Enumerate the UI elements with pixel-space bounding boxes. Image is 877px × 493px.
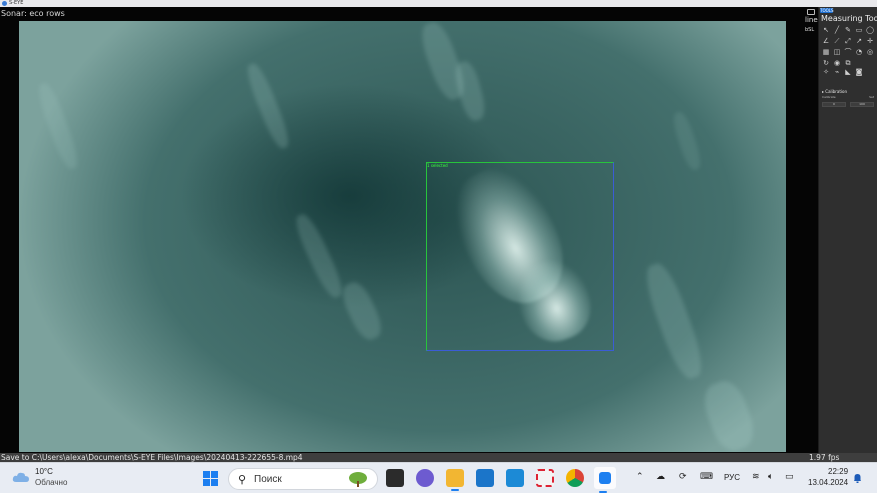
magic-tool-icon[interactable]: ✧ [822,68,830,76]
side-label: line [805,16,818,24]
sonar-streak [337,278,387,344]
rectangle-tool-icon[interactable]: ▭ [855,26,863,34]
ruler-tool-icon[interactable]: ⟋ [833,37,841,45]
window-title: S-EYE [9,0,24,6]
weather-description[interactable]: Облачно [35,478,67,487]
curve-tool-icon[interactable]: ⌒ [844,48,852,56]
circle-tool-icon[interactable]: ◉ [833,59,841,67]
status-bar: Save to C:\Users\alexa\Documents\S-EYE F… [0,453,877,462]
fill-tool-icon[interactable]: ◣ [844,68,852,76]
calibration-field-1[interactable]: 0 [822,102,846,107]
microsoft-store-icon[interactable] [476,469,494,487]
settings-tool-icon[interactable]: ◙ [855,68,863,76]
calibration-row: Calibrate Set [822,95,874,99]
task-view-app-icon[interactable] [386,469,404,487]
weather-temperature[interactable]: 10°C [35,467,53,476]
keyboard-icon[interactable]: ⌨ [700,472,713,482]
search-highlight-tree-icon [349,472,367,487]
chat-app-icon[interactable] [416,469,434,487]
roi-label: 1 selected [427,163,448,168]
windows-taskbar: 10°C Облачно ⚲ Поиск ⌃ ☁ ⟳ ⌨ РУС ≋ 🔈︎ ▭ … [0,462,877,493]
remote-desktop-icon[interactable] [506,469,524,487]
radius-tool-icon[interactable]: ◔ [855,48,863,56]
arrow-tool-icon[interactable]: ↗ [855,37,863,45]
sonar-streak [290,210,348,302]
windows-start-icon[interactable] [203,471,218,486]
display-mode-icon[interactable] [807,9,815,15]
tool-grid-secondary: ✧ ⌁ ◣ ◙ [822,68,876,76]
snipping-tool-icon[interactable] [536,469,554,487]
calibration-header[interactable]: ▸ Calibration [822,89,847,94]
search-icon: ⚲ [238,473,247,486]
cursor-tool-icon[interactable]: ↖ [822,26,830,34]
video-workspace: Sonar: eco rows 1 selected line bSL Data… [0,7,818,459]
save-path-text: Save to C:\Users\alexa\Documents\S-EYE F… [1,453,303,462]
line-tool-icon[interactable]: ╱ [833,26,841,34]
sonar-streak [242,60,294,152]
side-label-2: bSL [805,27,815,33]
magnet-tool-icon[interactable]: ⌁ [833,68,841,76]
sonar-video-frame[interactable]: 1 selected [19,21,786,452]
clock-time[interactable]: 22:29 [828,467,848,476]
angle-tool-icon[interactable]: ∠ [822,37,830,45]
fps-readout: 1.97 fps [809,453,840,462]
battery-icon[interactable]: ▭ [785,472,794,482]
notification-bell-icon[interactable] [853,473,862,483]
sonar-streak [670,109,704,173]
sonar-streak [34,80,82,172]
area-tool-icon[interactable]: ◫ [833,48,841,56]
title-bar: S-EYE [0,0,877,7]
show-hidden-icons-chevron-icon[interactable]: ⌃ [636,472,644,482]
clock-date[interactable]: 13.04.2024 [808,478,848,487]
wifi-icon[interactable]: ≋ [752,472,760,482]
cloud-icon[interactable] [12,471,30,483]
roi-selection-box[interactable] [426,162,614,351]
search-placeholder: Поиск [254,474,282,485]
tool-grid: ↖ ╱ ✎ ▭ ◯ ∠ ⟋ ⤢ ↗ ✛ ▦ ◫ ⌒ ◔ ◎ ↻ ◉ ⧉ [822,26,876,67]
target-tool-icon[interactable]: ◎ [866,48,874,56]
tools-tab[interactable]: TOOLS [820,8,834,13]
app-root: S-EYE Sonar: eco rows 1 selected line bS… [0,0,877,493]
sonar-mode-label: Sonar: eco rows [1,9,65,18]
sync-icon[interactable]: ⟳ [679,472,687,482]
calibration-field-2[interactable]: 100 [850,102,874,107]
sonar-streak [698,376,760,452]
grid-tool-icon[interactable]: ▦ [822,48,830,56]
measuring-tools-panel: TOOLS Measuring Tools ↖ ╱ ✎ ▭ ◯ ∠ ⟋ ⤢ ↗ … [818,7,877,453]
volume-icon[interactable]: 🔈︎ [768,472,773,482]
file-explorer-icon[interactable] [446,469,464,491]
s-eye-app-icon[interactable] [594,467,616,493]
sonar-streak [639,259,709,383]
pen-tool-icon[interactable]: ✎ [844,26,852,34]
set-label: Set [869,95,874,99]
language-indicator[interactable]: РУС [724,473,740,482]
crosshair-tool-icon[interactable]: ✛ [866,37,874,45]
panel-title: Measuring Tools [821,14,877,23]
taskbar-search-box[interactable]: ⚲ Поиск [228,468,378,490]
scale-tool-icon[interactable]: ⧉ [844,59,852,67]
rotate-tool-icon[interactable]: ↻ [822,59,830,67]
onedrive-cloud-icon[interactable]: ☁ [656,472,665,482]
chrome-icon[interactable] [566,469,584,487]
ellipse-tool-icon[interactable]: ◯ [866,26,874,34]
calibrate-label: Calibrate [822,95,836,99]
app-logo-icon [2,1,7,6]
polyline-tool-icon[interactable]: ⤢ [844,37,852,45]
